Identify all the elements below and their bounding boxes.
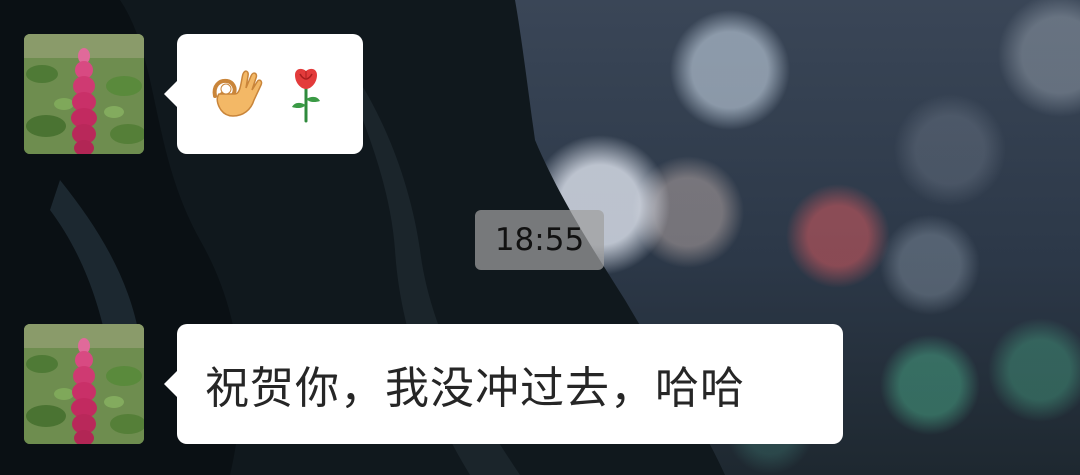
rose-emoji-icon	[292, 68, 320, 123]
message-text: 祝贺你，我没冲过去，哈哈	[205, 363, 745, 414]
emoji-message-bubble[interactable]	[164, 34, 363, 154]
avatar[interactable]	[24, 324, 144, 444]
ok-hand-emoji-icon	[212, 70, 263, 117]
emoji-row	[207, 65, 323, 123]
text-message-bubble[interactable]: 祝贺你，我没冲过去，哈哈	[164, 324, 843, 444]
chat-view: 18:55 祝贺你，我没冲过去，哈哈	[0, 0, 1080, 475]
lupine-flower-icon	[24, 34, 144, 154]
timestamp-label: 18:55	[475, 210, 604, 270]
lupine-flower-icon	[24, 324, 144, 444]
avatar[interactable]	[24, 34, 144, 154]
